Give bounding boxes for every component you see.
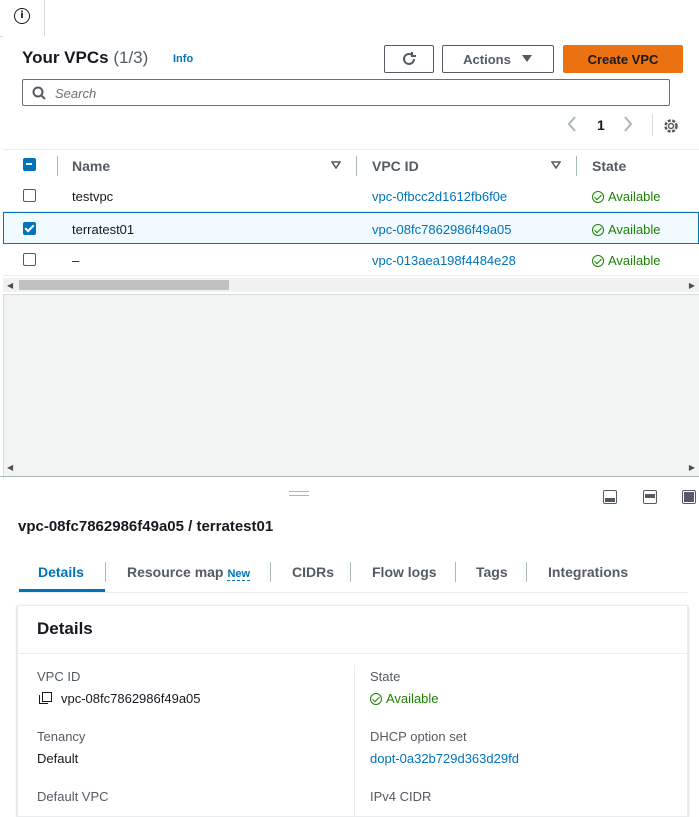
scroll-left-icon[interactable]: ◀: [7, 281, 13, 290]
status-available-icon: [592, 223, 604, 236]
actions-button[interactable]: Actions: [442, 45, 554, 73]
split-panel-divider: [0, 476, 699, 477]
status-available-icon: [592, 254, 604, 267]
detail-title: vpc-08fc7862986f49a05 / terratest01: [18, 518, 274, 535]
tab-flow-logs[interactable]: Flow logs: [372, 564, 437, 580]
row-state: Available: [592, 189, 661, 204]
tab-divider: [526, 562, 527, 582]
details-card: [17, 605, 688, 817]
select-all-checkbox[interactable]: [23, 158, 36, 171]
table-row[interactable]: terratest01 vpc-08fc7862986f49a05 Availa…: [3, 212, 699, 244]
search-placeholder: Search: [55, 86, 97, 101]
scroll-right-icon[interactable]: ▶: [689, 463, 695, 472]
tab-divider: [350, 562, 351, 582]
vpc-id-label: VPC ID: [37, 669, 81, 684]
table-row[interactable]: – vpc-013aea198f4484e28 Available: [3, 245, 699, 276]
detail-tabs: Details Resource map New CIDRs Flow logs …: [17, 556, 688, 592]
tab-integrations[interactable]: Integrations: [548, 564, 628, 580]
tab-divider: [270, 562, 271, 582]
state-label: State: [370, 669, 401, 684]
table-header: Name VPC ID State: [3, 149, 699, 182]
layout-full-icon[interactable]: [682, 490, 696, 504]
status-available-icon: [370, 692, 382, 705]
dhcp-option-link[interactable]: dopt-0a32b729d363d29fd: [370, 751, 519, 766]
tab-cidrs[interactable]: CIDRs: [292, 564, 334, 580]
row-name: –: [72, 253, 80, 268]
tabs-baseline: [17, 592, 688, 593]
details-column-divider: [354, 665, 355, 817]
top-bar: i: [0, 0, 699, 37]
column-header-state[interactable]: State: [592, 158, 626, 174]
prev-page-icon[interactable]: [566, 115, 578, 138]
next-page-icon[interactable]: [622, 115, 634, 138]
scrollbar-thumb[interactable]: [19, 280, 229, 290]
row-vpc-id-link[interactable]: vpc-013aea198f4484e28: [372, 253, 516, 268]
row-checkbox[interactable]: [23, 189, 36, 202]
table-row[interactable]: testvpc vpc-0fbcc2d1612fb6f0e Available: [3, 181, 699, 212]
status-available-icon: [592, 190, 604, 203]
row-checkbox[interactable]: [23, 222, 36, 235]
sort-icon[interactable]: [551, 161, 561, 169]
row-state: Available: [592, 222, 661, 237]
column-header-name[interactable]: Name: [72, 158, 110, 174]
layout-bottom-icon[interactable]: [603, 490, 617, 504]
scroll-left-icon[interactable]: ◀: [7, 463, 13, 472]
refresh-icon: [403, 52, 416, 65]
layout-split-icon[interactable]: [643, 490, 657, 504]
selection-count: (1/3): [113, 48, 149, 67]
row-vpc-id-link[interactable]: vpc-08fc7862986f49a05: [372, 222, 512, 237]
refresh-button[interactable]: [384, 45, 434, 73]
search-input[interactable]: Search: [22, 79, 670, 106]
dhcp-label: DHCP option set: [370, 729, 467, 744]
info-link[interactable]: Info: [173, 53, 193, 65]
column-divider: [57, 156, 58, 176]
state-value: Available: [370, 691, 439, 706]
actions-label: Actions: [463, 51, 511, 67]
tab-details[interactable]: Details: [38, 564, 84, 580]
state-value-text: Available: [386, 691, 439, 706]
row-state-text: Available: [608, 253, 661, 268]
tab-tags[interactable]: Tags: [476, 564, 508, 580]
create-vpc-button[interactable]: Create VPC: [563, 45, 683, 73]
new-badge: New: [227, 568, 251, 581]
tab-resource-map[interactable]: Resource map New: [127, 564, 251, 581]
column-header-vpc-id[interactable]: VPC ID: [372, 158, 419, 174]
tenancy-label: Tenancy: [37, 729, 86, 744]
row-name: terratest01: [72, 222, 135, 237]
tenancy-value: Default: [37, 751, 79, 766]
title-text: Your VPCs: [22, 48, 109, 67]
row-state: Available: [592, 253, 661, 268]
page-number[interactable]: 1: [597, 117, 605, 133]
caret-down-icon: [521, 55, 532, 62]
copy-icon[interactable]: [39, 692, 52, 704]
info-icon[interactable]: i: [14, 8, 30, 24]
row-checkbox[interactable]: [23, 253, 36, 266]
tab-divider: [455, 562, 456, 582]
pager-divider: [652, 114, 653, 136]
ipv4-cidr-label: IPv4 CIDR: [370, 789, 432, 804]
tab-divider: [105, 562, 106, 582]
search-icon: [32, 86, 46, 100]
details-card-divider: [17, 653, 688, 654]
page-title: Your VPCs (1/3): [22, 48, 148, 68]
row-state-text: Available: [608, 189, 661, 204]
details-card-title: Details: [37, 619, 93, 638]
sort-icon[interactable]: [331, 161, 341, 169]
top-bar-divider: [44, 0, 45, 36]
column-divider: [576, 156, 577, 176]
row-name: testvpc: [72, 189, 114, 204]
resize-handle-icon[interactable]: [289, 491, 309, 496]
panel-horizontal-scrollbar[interactable]: ◀ ▶: [3, 460, 699, 474]
table-horizontal-scrollbar[interactable]: ◀ ▶: [3, 278, 699, 292]
row-vpc-id-link[interactable]: vpc-0fbcc2d1612fb6f0e: [372, 189, 507, 204]
vpc-id-value: vpc-08fc7862986f49a05: [61, 691, 201, 706]
tab-resource-map-label: Resource map: [127, 564, 224, 580]
scroll-right-icon[interactable]: ▶: [689, 281, 695, 290]
gear-icon[interactable]: [662, 117, 680, 140]
default-vpc-label: Default VPC: [37, 789, 109, 804]
column-divider: [356, 156, 357, 176]
row-state-text: Available: [608, 222, 661, 237]
